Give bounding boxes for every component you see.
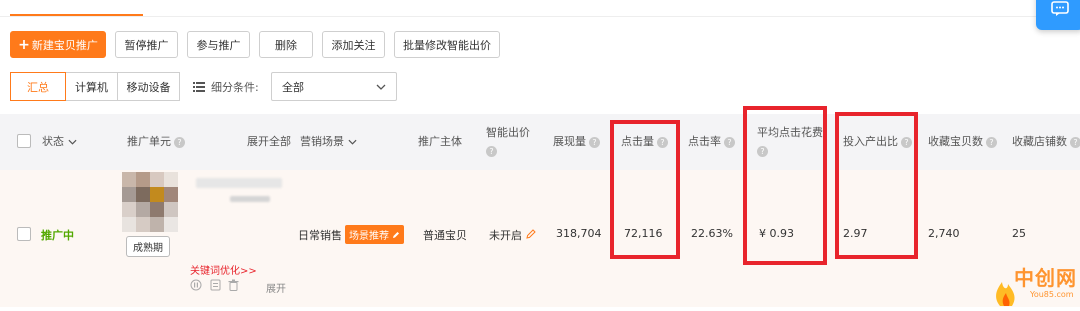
edit-icon[interactable] — [525, 229, 536, 239]
filter-label: 细分条件: — [193, 79, 259, 95]
batch-smart-bid-button[interactable]: 批量修改智能出价 — [394, 31, 500, 58]
help-icon[interactable]: ? — [724, 136, 735, 148]
keyword-optimize-link[interactable]: 关键词优化>> — [190, 262, 257, 277]
plus-icon: + — [18, 36, 30, 53]
tab-mobile[interactable]: 移动设备 — [117, 72, 180, 101]
filter-select[interactable]: 全部 — [271, 72, 397, 101]
col-unit: 推广单元? — [127, 133, 185, 149]
help-icon[interactable]: ? — [486, 146, 497, 157]
new-promotion-button[interactable]: + 新建宝贝推广 — [10, 31, 106, 58]
row-checkbox[interactable] — [17, 227, 31, 241]
product-subtitle-redacted — [230, 196, 270, 202]
fav-items-value: 2,740 — [928, 227, 960, 240]
product-title-redacted — [196, 178, 282, 188]
active-tab-indicator — [10, 14, 143, 16]
watermark-logo: 中创网 You85.com — [990, 262, 1080, 307]
product-thumbnail[interactable] — [122, 172, 192, 234]
chat-button[interactable] — [1036, 0, 1080, 30]
expand-all-link[interactable]: 展开全部 — [247, 133, 291, 149]
watermark-site: You85.com — [1030, 290, 1074, 299]
help-icon[interactable]: ? — [174, 136, 185, 148]
pause-icon[interactable] — [190, 279, 202, 291]
watermark-text: 中创网 — [1014, 266, 1077, 290]
add-follow-button[interactable]: 添加关注 — [322, 31, 385, 58]
scene-text: 日常销售 — [298, 229, 342, 242]
edit-icon — [393, 232, 400, 238]
join-button[interactable]: 参与推广 — [187, 31, 250, 58]
highlight-box-avg-cpc — [743, 106, 827, 265]
col-fav-items[interactable]: 收藏宝贝数? — [928, 133, 997, 149]
help-icon[interactable]: ? — [1070, 136, 1080, 148]
help-icon[interactable]: ? — [986, 136, 997, 148]
select-all-checkbox[interactable] — [17, 134, 31, 148]
tab-summary[interactable]: 汇总 — [10, 72, 66, 101]
filter-select-value: 全部 — [282, 80, 304, 94]
help-icon[interactable]: ? — [589, 136, 600, 148]
delete-button[interactable]: 删除 — [259, 31, 313, 58]
top-divider — [0, 16, 1080, 17]
report-icon[interactable] — [210, 279, 221, 291]
stage-button[interactable]: 成熟期 — [126, 236, 170, 257]
filter-label-text: 细分条件: — [211, 81, 259, 94]
chevron-down-icon — [347, 139, 357, 145]
scene-tag-label: 场景推荐 — [349, 231, 389, 242]
trash-icon[interactable] — [228, 279, 239, 291]
chevron-down-icon — [67, 139, 77, 145]
smart-bid-value: 未开启 — [489, 227, 536, 243]
col-ctr[interactable]: 点击率? — [688, 133, 735, 149]
col-smart-bid: 智能出价? — [486, 126, 530, 157]
col-status[interactable]: 状态 — [42, 133, 77, 149]
chat-icon — [1051, 1, 1069, 16]
new-promotion-label: 新建宝贝推广 — [31, 38, 98, 52]
ctr-value: 22.63% — [691, 227, 733, 240]
expand-link[interactable]: 展开 — [266, 280, 286, 295]
fav-shops-value: 25 — [1012, 227, 1026, 240]
col-subject: 推广主体 — [418, 135, 462, 148]
chevron-down-icon — [376, 84, 386, 90]
col-impressions[interactable]: 展现量? — [553, 133, 600, 149]
scene-tag[interactable]: 场景推荐 — [345, 225, 405, 244]
col-scene[interactable]: 营销场景 — [300, 133, 357, 149]
list-icon — [193, 82, 205, 92]
status-text: 推广中 — [41, 229, 74, 242]
tab-computer[interactable]: 计算机 — [65, 72, 118, 101]
impressions-value: 318,704 — [556, 227, 602, 240]
highlight-box-roi — [835, 112, 918, 259]
pause-button[interactable]: 暂停推广 — [115, 31, 178, 58]
highlight-box-clicks — [610, 120, 680, 259]
col-fav-shops[interactable]: 收藏店铺数? — [1012, 133, 1080, 149]
subject-text: 普通宝贝 — [423, 229, 467, 242]
